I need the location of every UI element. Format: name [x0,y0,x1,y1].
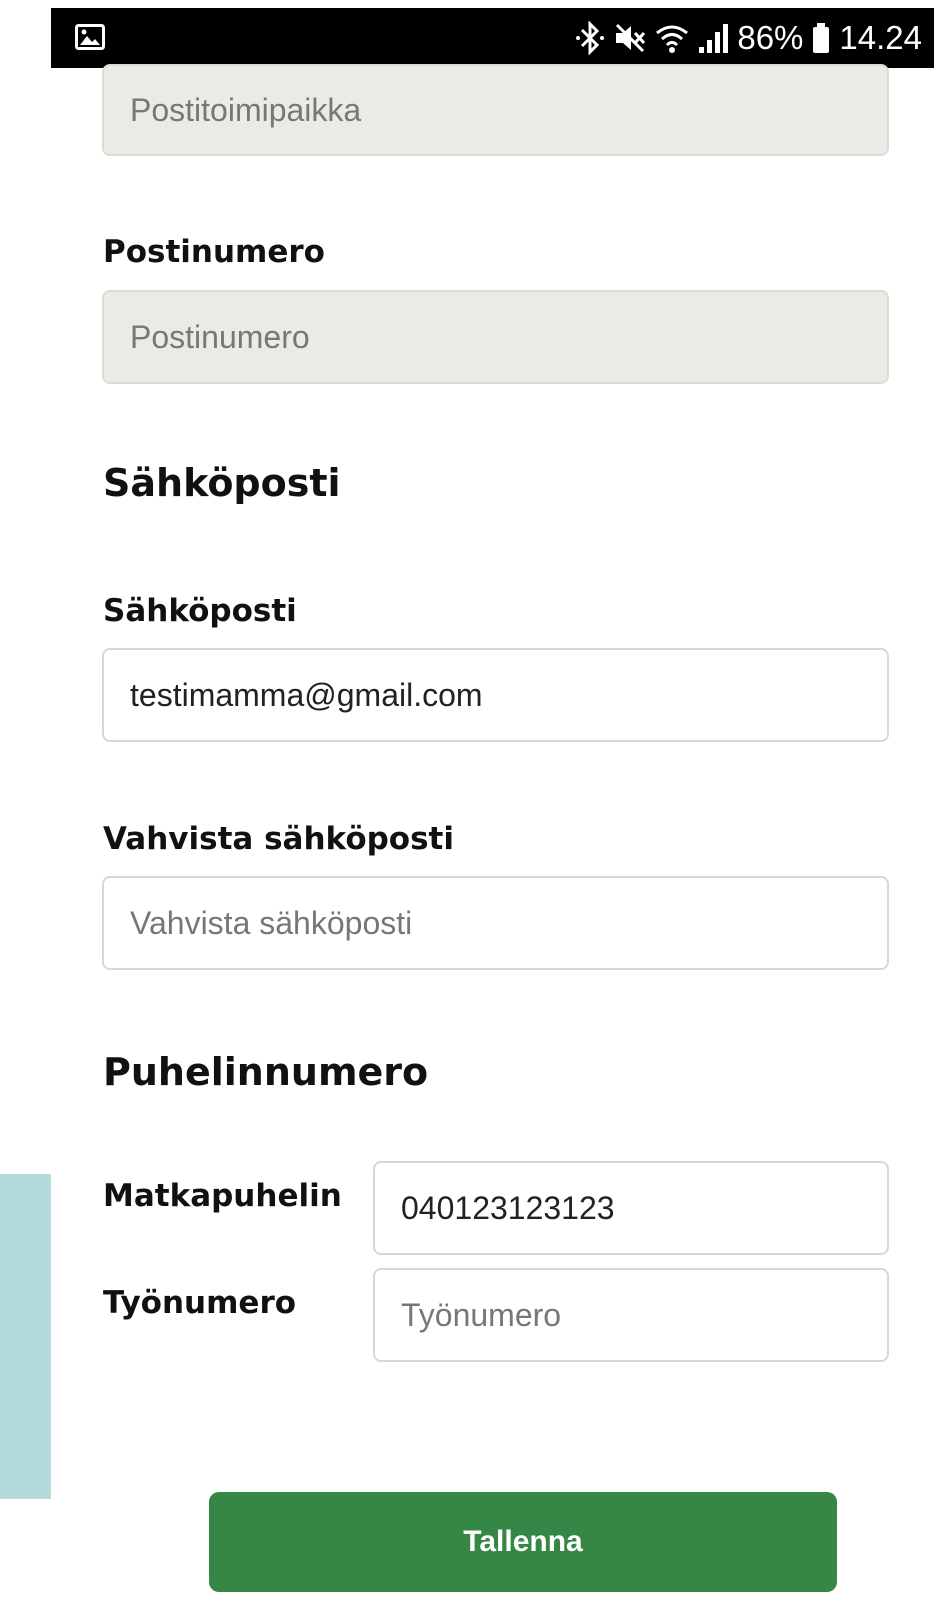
profile-form-page: 86% 14.24 Postinumero Sähköposti Sähköpo… [0,0,934,1599]
confirm-email-input[interactable] [102,876,889,970]
work-phone-label: Työnumero [103,1285,297,1321]
side-accent-strip [0,1174,51,1499]
phone-section-heading: Puhelinnumero [103,1050,429,1094]
mobile-phone-input[interactable] [373,1161,889,1255]
email-section-heading: Sähköposti [103,461,341,505]
save-button[interactable]: Tallenna [209,1492,837,1592]
wifi-icon [655,21,689,55]
work-phone-input[interactable] [373,1268,889,1362]
status-icons: 86% 14.24 [575,8,922,68]
postal-code-input[interactable] [102,290,889,384]
postal-code-label: Postinumero [103,234,325,270]
image-icon [75,24,105,50]
city-input[interactable] [102,64,889,156]
mobile-label: Matkapuhelin [103,1178,342,1214]
confirm-email-label: Vahvista sähköposti [103,821,455,857]
email-label: Sähköposti [103,593,297,629]
signal-icon [697,21,729,55]
email-input[interactable] [102,648,889,742]
bluetooth-icon [575,21,605,55]
mute-icon [613,21,647,55]
battery-icon [811,21,831,55]
clock: 14.24 [839,19,922,56]
battery-percent: 86% [737,19,804,56]
status-bar: 86% 14.24 [51,8,934,68]
